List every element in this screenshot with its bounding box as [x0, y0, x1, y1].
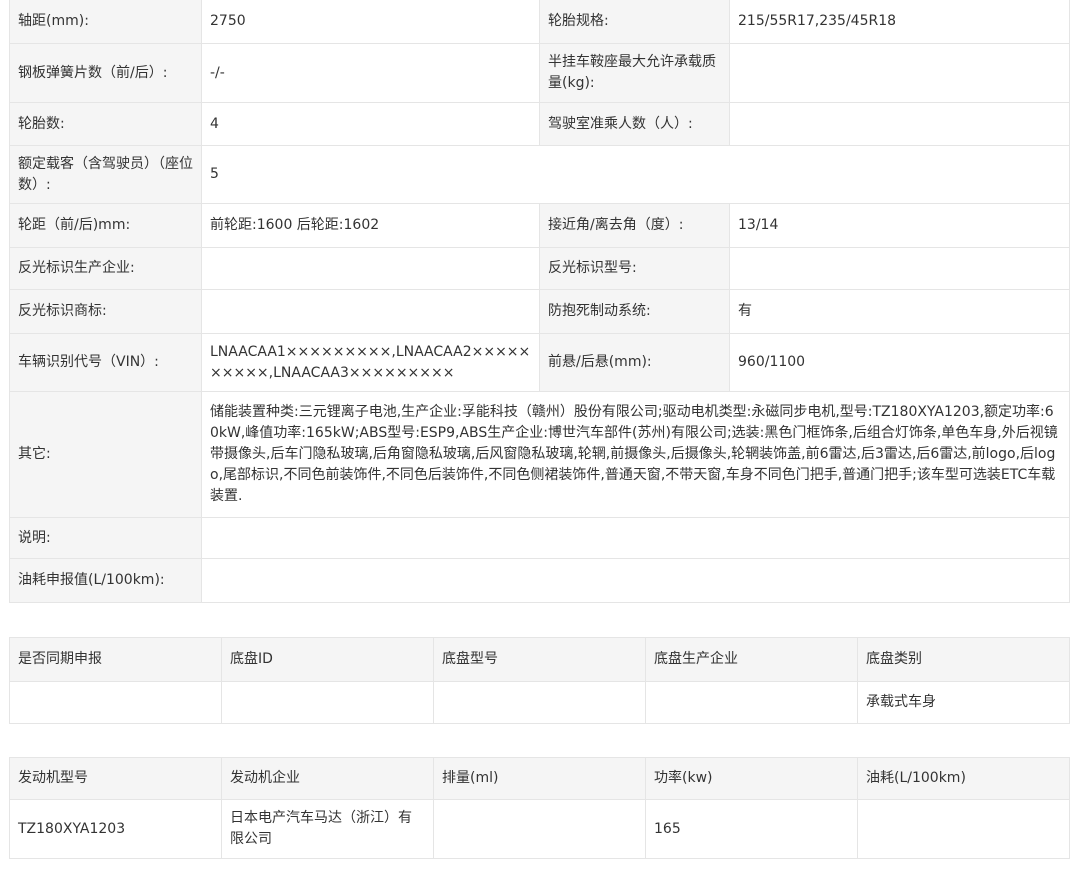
saddle-label: 半挂车鞍座最大允许承载质量(kg):: [539, 43, 730, 103]
table-cell: [221, 681, 434, 724]
table-cell: [9, 681, 222, 724]
table-header-row: 是否同期申报 底盘ID 底盘型号 底盘生产企业 底盘类别: [9, 637, 1070, 682]
engine-table: 发动机型号 发动机企业 排量(ml) 功率(kw) 油耗(L/100km) TZ…: [9, 757, 1070, 859]
note-value: [201, 517, 1070, 559]
other-label: 其它:: [9, 391, 202, 518]
reflector-model-value: [729, 247, 1070, 290]
column-header: 功率(kw): [645, 757, 858, 800]
track-value: 前轮距:1600 后轮距:1602: [201, 203, 540, 248]
saddle-value: [729, 43, 1070, 103]
overhang-label: 前悬/后悬(mm):: [539, 333, 730, 392]
reflector-model-label: 反光标识型号:: [539, 247, 730, 290]
vin-value: LNAACAA1×××××××××,LNAACAA2××××××××××,LNA…: [201, 333, 540, 392]
vin-label: 车辆识别代号（VIN）:: [9, 333, 202, 392]
column-header: 是否同期申报: [9, 637, 222, 682]
abs-value: 有: [729, 289, 1070, 334]
reflector-brand-label: 反光标识商标:: [9, 289, 202, 334]
column-header: 底盘生产企业: [645, 637, 858, 682]
track-label: 轮距（前/后)mm:: [9, 203, 202, 248]
table-row: 轮胎数: 4 驾驶室准乘人数（人）:: [9, 102, 1070, 146]
angle-value: 13/14: [729, 203, 1070, 248]
column-header: 底盘类别: [857, 637, 1070, 682]
table-cell: TZ180XYA1203: [9, 799, 222, 859]
table-row: 反光标识生产企业: 反光标识型号:: [9, 247, 1070, 290]
table-cell: [433, 799, 646, 859]
abs-label: 防抱死制动系统:: [539, 289, 730, 334]
leaf-spring-value: -/-: [201, 43, 540, 103]
table-row: 钢板弹簧片数（前/后）: -/- 半挂车鞍座最大允许承载质量(kg):: [9, 43, 1070, 103]
other-value: 储能装置种类:三元锂离子电池,生产企业:孚能科技（赣州）股份有限公司;驱动电机类…: [201, 391, 1070, 518]
table-row: 轮距（前/后)mm: 前轮距:1600 后轮距:1602 接近角/离去角（度）:…: [9, 203, 1070, 248]
column-header: 油耗(L/100km): [857, 757, 1070, 800]
column-header: 排量(ml): [433, 757, 646, 800]
fuel-label: 油耗申报值(L/100km):: [9, 558, 202, 603]
vehicle-params-table: 轴距(mm): 2750 轮胎规格: 215/55R17,235/45R18 钢…: [9, 0, 1070, 603]
cab-passengers-value: [729, 102, 1070, 146]
table-row: 反光标识商标: 防抱死制动系统: 有: [9, 289, 1070, 334]
column-header: 发动机型号: [9, 757, 222, 800]
rated-passengers-label: 额定载客（含驾驶员）（座位数）:: [9, 145, 202, 204]
tire-spec-value: 215/55R17,235/45R18: [729, 0, 1070, 44]
column-header: 发动机企业: [221, 757, 434, 800]
table-row: 额定载客（含驾驶员）（座位数）: 5: [9, 145, 1070, 204]
wheelbase-label: 轴距(mm):: [9, 0, 202, 44]
table-cell: [645, 681, 858, 724]
table-cell: [433, 681, 646, 724]
table-row: 油耗申报值(L/100km):: [9, 558, 1070, 603]
table-row: 说明:: [9, 517, 1070, 559]
fuel-value: [201, 558, 1070, 603]
angle-label: 接近角/离去角（度）:: [539, 203, 730, 248]
table-cell: 日本电产汽车马达（浙江）有限公司: [221, 799, 434, 859]
table-header-row: 发动机型号 发动机企业 排量(ml) 功率(kw) 油耗(L/100km): [9, 757, 1070, 800]
column-header: 底盘型号: [433, 637, 646, 682]
table-row: 车辆识别代号（VIN）: LNAACAA1×××××××××,LNAACAA2×…: [9, 333, 1070, 392]
leaf-spring-label: 钢板弹簧片数（前/后）:: [9, 43, 202, 103]
cab-passengers-label: 驾驶室准乘人数（人）:: [539, 102, 730, 146]
tire-count-label: 轮胎数:: [9, 102, 202, 146]
chassis-table: 是否同期申报 底盘ID 底盘型号 底盘生产企业 底盘类别 承载式车身: [9, 637, 1070, 724]
overhang-value: 960/1100: [729, 333, 1070, 392]
table-row: 轴距(mm): 2750 轮胎规格: 215/55R17,235/45R18: [9, 0, 1070, 44]
rated-passengers-value: 5: [201, 145, 1070, 204]
reflector-maker-label: 反光标识生产企业:: [9, 247, 202, 290]
table-row: 其它: 储能装置种类:三元锂离子电池,生产企业:孚能科技（赣州）股份有限公司;驱…: [9, 391, 1070, 518]
table-cell: 承载式车身: [857, 681, 1070, 724]
table-row: 承载式车身: [9, 681, 1070, 724]
note-label: 说明:: [9, 517, 202, 559]
table-cell: [857, 799, 1070, 859]
reflector-maker-value: [201, 247, 540, 290]
reflector-brand-value: [201, 289, 540, 334]
table-row: TZ180XYA1203 日本电产汽车马达（浙江）有限公司 165: [9, 799, 1070, 859]
tire-spec-label: 轮胎规格:: [539, 0, 730, 44]
table-cell: 165: [645, 799, 858, 859]
wheelbase-value: 2750: [201, 0, 540, 44]
column-header: 底盘ID: [221, 637, 434, 682]
tire-count-value: 4: [201, 102, 540, 146]
